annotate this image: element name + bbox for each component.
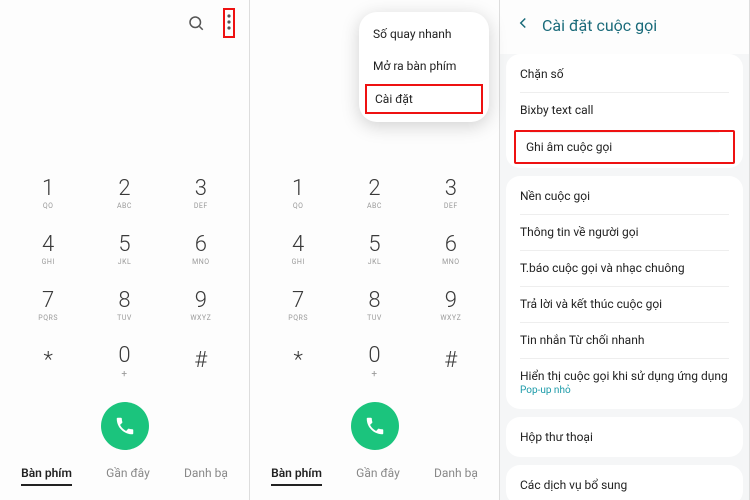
overflow-menu: Số quay nhanh Mở ra bàn phím Cài đặt [359, 12, 489, 122]
setting-caller-info[interactable]: Thông tin về người gọi [506, 214, 743, 250]
call-button[interactable] [351, 402, 399, 450]
setting-quick-decline[interactable]: Tin nhắn Từ chối nhanh [506, 322, 743, 358]
key-star[interactable]: * [18, 336, 78, 386]
tab-contacts[interactable]: Danh bạ [184, 466, 228, 486]
setting-record-call[interactable]: Ghi âm cuộc gọi [514, 130, 735, 164]
keypad: 1QO 2ABC 3DEF 4GHI 5JKL 6MNO 7PQRS 8TUV … [0, 162, 249, 392]
key-7[interactable]: 7PQRS [268, 280, 328, 330]
dialer-panel-step2: Số quay nhanh Mở ra bàn phím Cài đặt 1QO… [250, 0, 500, 500]
setting-bixby[interactable]: Bixby text call [506, 92, 743, 128]
more-icon[interactable] [227, 14, 231, 30]
settings-list: Chặn số Bixby text call Ghi âm cuộc gọi … [500, 54, 749, 500]
bottom-tabs: Bàn phím Gần đây Danh bạ [0, 458, 249, 500]
setting-voicemail[interactable]: Hộp thư thoại [506, 419, 743, 455]
menu-open-keypad[interactable]: Mở ra bàn phím [359, 50, 489, 82]
setting-extra-services[interactable]: Các dịch vụ bổ sung [506, 467, 743, 500]
tab-contacts[interactable]: Danh bạ [434, 466, 478, 486]
setting-notification[interactable]: T.báo cuộc gọi và nhạc chuông [506, 250, 743, 286]
key-3[interactable]: 3DEF [421, 168, 481, 218]
tab-recent[interactable]: Gần đây [356, 466, 400, 486]
tab-recent[interactable]: Gần đây [106, 466, 150, 486]
key-8[interactable]: 8TUV [344, 280, 404, 330]
menu-settings[interactable]: Cài đặt [365, 84, 483, 114]
tab-keypad[interactable]: Bàn phím [271, 466, 322, 486]
key-5[interactable]: 5JKL [94, 224, 154, 274]
key-star[interactable]: * [268, 336, 328, 386]
settings-header: Cài đặt cuộc gọi [500, 0, 749, 54]
back-icon[interactable] [514, 14, 532, 36]
key-8[interactable]: 8TUV [94, 280, 154, 330]
key-6[interactable]: 6MNO [171, 224, 231, 274]
setting-answer-end[interactable]: Trả lời và kết thúc cuộc gọi [506, 286, 743, 322]
tab-keypad[interactable]: Bàn phím [21, 466, 72, 486]
key-9[interactable]: 9WXYZ [421, 280, 481, 330]
setting-background[interactable]: Nền cuộc gọi [506, 178, 743, 214]
key-hash[interactable]: # [171, 336, 231, 386]
key-2[interactable]: 2ABC [344, 168, 404, 218]
key-0[interactable]: 0+ [344, 336, 404, 386]
key-1[interactable]: 1QO [268, 168, 328, 218]
key-9[interactable]: 9WXYZ [171, 280, 231, 330]
bottom-tabs: Bàn phím Gần đây Danh bạ [250, 458, 499, 500]
call-settings-panel: Cài đặt cuộc gọi Chặn số Bixby text call… [500, 0, 750, 500]
menu-speed-dial[interactable]: Số quay nhanh [359, 18, 489, 50]
call-button[interactable] [101, 402, 149, 450]
settings-title: Cài đặt cuộc gọi [542, 16, 657, 35]
key-5[interactable]: 5JKL [344, 224, 404, 274]
setting-block-number[interactable]: Chặn số [506, 56, 743, 92]
key-7[interactable]: 7PQRS [18, 280, 78, 330]
key-3[interactable]: 3DEF [171, 168, 231, 218]
key-6[interactable]: 6MNO [421, 224, 481, 274]
setting-show-in-app[interactable]: Hiển thị cuộc gọi khi sử dụng ứng dụng P… [506, 358, 743, 407]
dialer-topbar [0, 0, 249, 46]
search-icon[interactable] [187, 14, 205, 32]
key-1[interactable]: 1QO [18, 168, 78, 218]
dialer-panel-step1: 1QO 2ABC 3DEF 4GHI 5JKL 6MNO 7PQRS 8TUV … [0, 0, 250, 500]
keypad: 1QO 2ABC 3DEF 4GHI 5JKL 6MNO 7PQRS 8TUV … [250, 162, 499, 392]
key-hash[interactable]: # [421, 336, 481, 386]
key-4[interactable]: 4GHI [18, 224, 78, 274]
more-menu-highlight [223, 8, 235, 38]
key-2[interactable]: 2ABC [94, 168, 154, 218]
key-0[interactable]: 0+ [94, 336, 154, 386]
key-4[interactable]: 4GHI [268, 224, 328, 274]
